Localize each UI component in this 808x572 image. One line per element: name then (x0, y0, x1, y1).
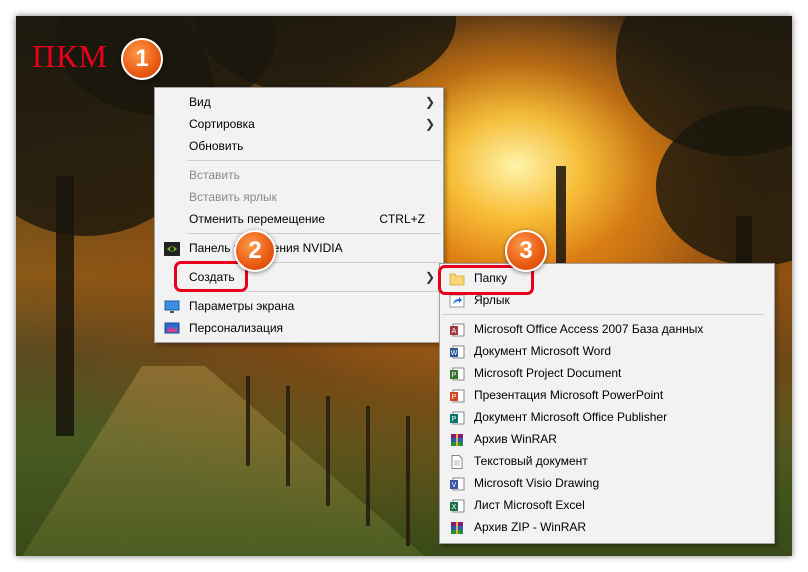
svg-text:P: P (452, 394, 457, 401)
menu-separator (187, 233, 441, 234)
wallpaper-trunk (56, 176, 74, 436)
menu-item-label: Отменить перемещение (189, 212, 326, 226)
zip-icon (449, 520, 465, 534)
create-submenu: Папку Ярлык A Microsoft Office Access 20… (439, 263, 775, 544)
monitor-icon (164, 299, 180, 313)
svg-text:P: P (452, 416, 457, 423)
menu-item-view[interactable]: Вид ❯ (155, 91, 443, 113)
menu-separator (187, 160, 441, 161)
menu-item-shortcut: CTRL+Z (379, 212, 425, 226)
submenu-item-label: Презентация Microsoft PowerPoint (474, 388, 664, 402)
step-badge-3: 3 (505, 230, 547, 272)
menu-item-label: Вид (189, 95, 211, 109)
submenu-item-label: Текстовый документ (474, 454, 588, 468)
submenu-item-project-doc[interactable]: P Microsoft Project Document (440, 362, 774, 384)
submenu-item-publisher[interactable]: P Документ Microsoft Office Publisher (440, 406, 774, 428)
shortcut-icon (449, 293, 465, 308)
chevron-right-icon: ❯ (424, 270, 435, 284)
word-icon: W (449, 344, 465, 359)
submenu-item-label: Документ Microsoft Word (474, 344, 612, 358)
visio-icon: V (449, 476, 465, 491)
submenu-item-powerpoint[interactable]: P Презентация Microsoft PowerPoint (440, 384, 774, 406)
submenu-item-label: Microsoft Visio Drawing (474, 476, 600, 490)
personalization-icon (164, 321, 180, 335)
wallpaper-fence-post (286, 386, 290, 486)
create-highlight (174, 261, 248, 292)
submenu-item-winrar[interactable]: Архив WinRAR (440, 428, 774, 450)
nvidia-icon (164, 241, 180, 256)
chevron-right-icon: ❯ (424, 95, 435, 109)
submenu-item-visio[interactable]: V Microsoft Visio Drawing (440, 472, 774, 494)
winrar-icon (449, 432, 465, 446)
svg-text:P: P (452, 372, 457, 379)
powerpoint-icon: P (449, 388, 465, 403)
menu-item-label: Персонализация (189, 321, 284, 335)
menu-item-sort[interactable]: Сортировка ❯ (155, 113, 443, 135)
step-badge-1: 1 (121, 38, 163, 80)
chevron-right-icon: ❯ (424, 117, 435, 131)
menu-item-personalization[interactable]: Персонализация (155, 317, 443, 339)
right-click-label: ПКМ (32, 38, 108, 74)
menu-item-paste: Вставить (155, 164, 443, 186)
menu-item-display-settings[interactable]: Параметры экрана (155, 295, 443, 317)
excel-icon: X (449, 498, 465, 513)
submenu-item-label: Ярлык (474, 293, 510, 307)
svg-text:X: X (452, 504, 457, 511)
wallpaper-trunk (556, 166, 566, 276)
menu-item-label: Параметры экрана (189, 299, 295, 313)
menu-item-refresh[interactable]: Обновить (155, 135, 443, 157)
submenu-item-label: Microsoft Office Access 2007 База данных (474, 322, 704, 336)
menu-item-nvidia-panel[interactable]: Панель управления NVIDIA (155, 237, 443, 259)
menu-item-label: Вставить (189, 168, 240, 182)
menu-item-label: Вставить ярлык (189, 190, 277, 204)
wallpaper-fence-post (326, 396, 330, 506)
access-icon: A (449, 322, 465, 337)
menu-item-paste-shortcut: Вставить ярлык (155, 186, 443, 208)
wallpaper-fence-post (246, 376, 250, 466)
submenu-item-excel[interactable]: X Лист Microsoft Excel (440, 494, 774, 516)
project-icon: P (449, 366, 465, 381)
wallpaper-fence-post (406, 416, 410, 546)
submenu-item-label: Лист Microsoft Excel (474, 498, 585, 512)
menu-item-undo-move[interactable]: Отменить перемещение CTRL+Z (155, 208, 443, 230)
menu-separator (442, 314, 764, 315)
desktop-context-menu: Вид ❯ Сортировка ❯ Обновить Вставить Вст… (154, 87, 444, 343)
publisher-icon: P (449, 410, 465, 425)
submenu-item-word-doc[interactable]: W Документ Microsoft Word (440, 340, 774, 362)
wallpaper-fence-post (366, 406, 370, 526)
text-document-icon (449, 454, 465, 469)
svg-text:W: W (451, 350, 458, 357)
submenu-item-label: Документ Microsoft Office Publisher (474, 410, 668, 424)
submenu-item-label: Архив ZIP - WinRAR (474, 520, 587, 534)
submenu-item-label: Microsoft Project Document (474, 366, 622, 380)
submenu-item-access-db[interactable]: A Microsoft Office Access 2007 База данн… (440, 318, 774, 340)
menu-item-label: Обновить (189, 139, 244, 153)
submenu-item-label: Архив WinRAR (474, 432, 557, 446)
svg-text:V: V (452, 482, 457, 489)
svg-text:A: A (452, 328, 457, 335)
step-badge-2: 2 (234, 230, 276, 272)
menu-item-label: Сортировка (189, 117, 255, 131)
submenu-item-text-doc[interactable]: Текстовый документ (440, 450, 774, 472)
submenu-item-zip[interactable]: Архив ZIP - WinRAR (440, 516, 774, 538)
